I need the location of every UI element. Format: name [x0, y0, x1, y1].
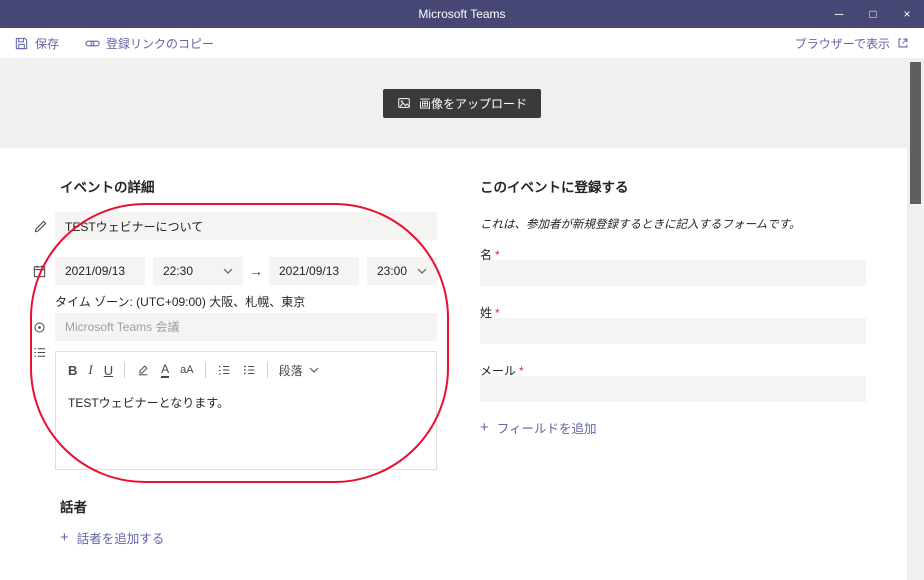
- window-title: Microsoft Teams: [418, 7, 506, 21]
- copy-registration-link-button[interactable]: 登録リンクのコピー: [85, 35, 214, 52]
- save-button[interactable]: 保存: [14, 35, 59, 52]
- registration-heading: このイベントに登録する: [480, 180, 629, 195]
- chevron-down-icon: [223, 268, 233, 274]
- close-icon: ×: [903, 7, 911, 21]
- toolbar-separator: [204, 362, 206, 378]
- calendar-icon: [31, 263, 47, 279]
- toolbar-separator: [124, 362, 126, 378]
- first-name-input[interactable]: [480, 260, 866, 286]
- underline-button[interactable]: U: [104, 363, 113, 378]
- italic-button[interactable]: I: [88, 362, 92, 378]
- save-label: 保存: [35, 36, 60, 51]
- add-field-label: フィールドを追加: [496, 422, 597, 436]
- maximize-button[interactable]: □: [856, 0, 890, 28]
- titlebar: Microsoft Teams ─ □ ×: [0, 0, 924, 28]
- command-bar: 保存 登録リンクのコピー ブラウザーで表示: [0, 28, 924, 58]
- start-time-dropdown[interactable]: 22:30: [153, 257, 243, 285]
- minimize-icon: ─: [834, 7, 844, 21]
- close-button[interactable]: ×: [890, 0, 924, 28]
- add-field-button[interactable]: + フィールドを追加: [480, 418, 597, 437]
- minimize-button[interactable]: ─: [822, 0, 856, 28]
- upload-image-label: 画像をアップロード: [418, 96, 527, 111]
- scrollbar[interactable]: [907, 58, 924, 580]
- event-description-text[interactable]: TESTウェビナーとなります。: [56, 388, 436, 417]
- window-controls: ─ □ ×: [822, 0, 924, 28]
- cover-image-banner: 画像をアップロード: [0, 58, 924, 148]
- description-editor: B I U A aA 段落 TESTウェビナーとなります。: [55, 351, 437, 470]
- open-external-icon: [896, 36, 910, 50]
- paragraph-style-label: 段落: [278, 363, 303, 378]
- email-input[interactable]: [480, 376, 866, 402]
- last-name-input[interactable]: [480, 318, 866, 344]
- link-icon: [85, 36, 100, 51]
- toolbar-separator: [266, 362, 268, 378]
- editor-toolbar: B I U A aA 段落: [56, 352, 436, 388]
- arrow-right-icon: →: [249, 263, 263, 279]
- add-speaker-button[interactable]: + 話者を追加する: [60, 528, 164, 547]
- start-date-picker[interactable]: 2021/09/13: [55, 257, 145, 285]
- font-size-button[interactable]: aA: [180, 364, 193, 376]
- plus-icon: +: [60, 529, 69, 546]
- plus-icon: +: [480, 419, 489, 436]
- end-time-dropdown[interactable]: 23:00: [367, 257, 437, 285]
- bulleted-list-button[interactable]: [242, 363, 256, 377]
- end-date-picker[interactable]: 2021/09/13: [269, 257, 359, 285]
- start-time-value: 22:30: [163, 264, 194, 278]
- event-details-heading: イベントの詳細: [60, 180, 155, 195]
- pencil-icon: [32, 218, 48, 234]
- registration-description: これは、参加者が新規登録するときに記入するフォームです。: [480, 219, 801, 231]
- end-time-value: 23:00: [377, 264, 408, 278]
- end-date-value: 2021/09/13: [279, 264, 340, 278]
- paragraph-style-dropdown[interactable]: 段落: [279, 362, 319, 379]
- scrollbar-thumb[interactable]: [910, 62, 921, 204]
- location-input[interactable]: [55, 313, 437, 341]
- speakers-heading: 話者: [60, 500, 87, 515]
- chevron-down-icon: [309, 367, 319, 373]
- save-icon: [14, 36, 29, 51]
- maximize-icon: □: [869, 7, 877, 21]
- highlight-button[interactable]: [136, 363, 150, 377]
- copy-registration-link-label: 登録リンクのコピー: [106, 36, 215, 51]
- font-color-button[interactable]: A: [161, 362, 170, 378]
- bold-button[interactable]: B: [68, 363, 77, 378]
- chevron-down-icon: [417, 268, 427, 274]
- location-icon: [31, 319, 47, 335]
- upload-image-button[interactable]: 画像をアップロード: [382, 88, 541, 118]
- image-icon: [397, 96, 411, 110]
- add-speaker-label: 話者を追加する: [76, 532, 165, 546]
- view-in-browser-label: ブラウザーで表示: [794, 36, 890, 51]
- timezone-label: タイム ゾーン: (UTC+09:00) 大阪、札幌、東京: [55, 295, 306, 309]
- numbered-list-button[interactable]: [217, 363, 231, 377]
- view-in-browser-button[interactable]: ブラウザーで表示: [795, 35, 910, 52]
- event-title-input[interactable]: [55, 212, 437, 240]
- start-date-value: 2021/09/13: [65, 264, 126, 278]
- agenda-list-icon: [31, 344, 47, 360]
